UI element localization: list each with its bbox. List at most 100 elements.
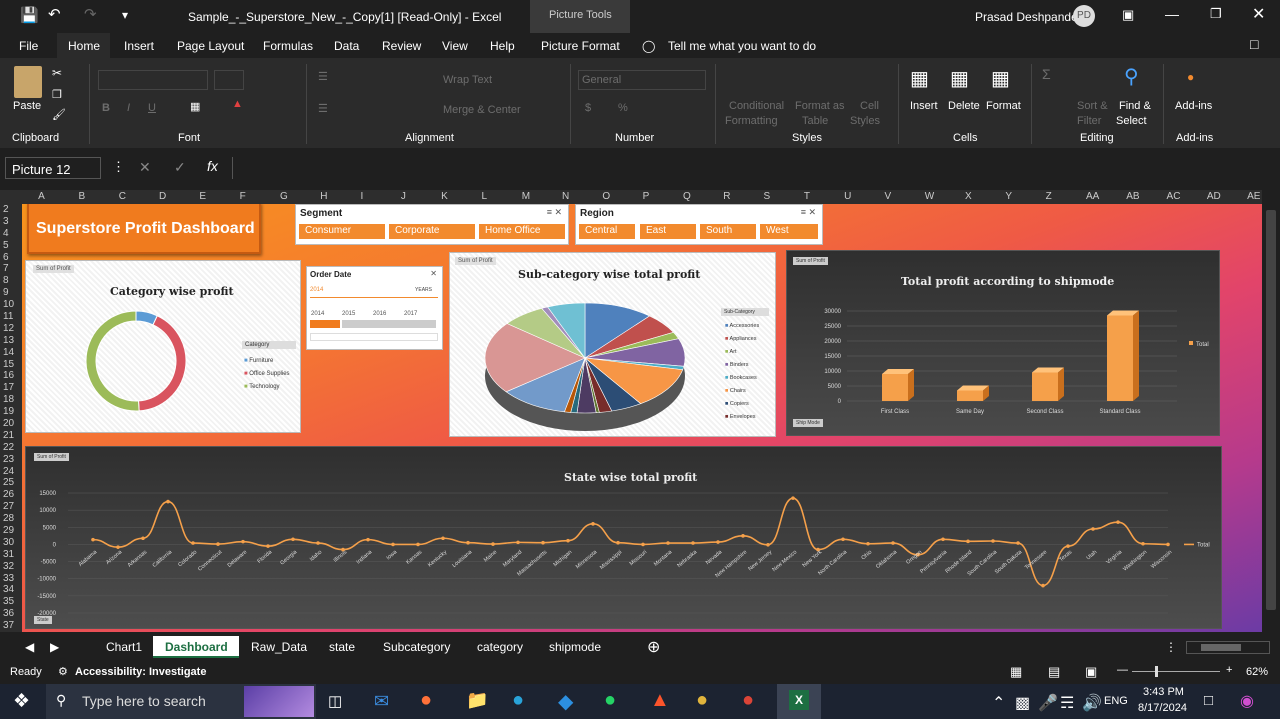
page-layout-icon[interactable]: ▤	[1048, 664, 1060, 680]
column-header[interactable]: C	[119, 191, 126, 202]
row-header[interactable]: 16	[3, 370, 14, 381]
tab-page-layout[interactable]: Page Layout	[177, 39, 244, 53]
segment-consumer-button[interactable]: Consumer	[299, 224, 385, 239]
name-box[interactable]: Picture 12	[5, 157, 101, 179]
delete-cells-button[interactable]: Delete	[948, 100, 980, 112]
wifi-icon[interactable]: ☴	[1060, 693, 1074, 713]
column-header[interactable]: Q	[683, 191, 691, 202]
state-point[interactable]	[316, 541, 320, 545]
tell-me-search[interactable]: Tell me what you want to do	[668, 39, 816, 53]
zoom-slider[interactable]	[1132, 671, 1220, 672]
row-header[interactable]: 6	[3, 252, 9, 263]
state-point[interactable]	[141, 536, 145, 541]
column-header[interactable]: B	[78, 191, 85, 202]
tab-file[interactable]: File	[19, 39, 38, 53]
column-header[interactable]: P	[643, 191, 650, 202]
chrome-profile-icon[interactable]: ●	[742, 689, 754, 712]
sheet-tab-subcategory[interactable]: Subcategory	[383, 640, 450, 654]
category-chart[interactable]: Sum of Profit Category wise profit Categ…	[25, 260, 301, 433]
notifications-icon[interactable]: □	[1204, 692, 1213, 709]
region-central-button[interactable]: Central	[579, 224, 635, 239]
row-header[interactable]: 22	[3, 442, 14, 453]
state-point[interactable]	[941, 537, 945, 542]
state-point[interactable]	[1141, 541, 1145, 546]
task-view-icon[interactable]: ◫	[328, 692, 342, 710]
row-header[interactable]: 14	[3, 347, 14, 358]
state-point[interactable]	[891, 541, 895, 545]
normal-view-icon[interactable]: ▦	[1010, 664, 1022, 680]
microphone-icon[interactable]: 🎤	[1038, 693, 1058, 713]
column-header[interactable]: I	[361, 191, 364, 202]
brave-icon[interactable]: ▲	[650, 689, 670, 712]
row-header[interactable]: 27	[3, 501, 14, 512]
state-point[interactable]	[191, 541, 195, 545]
segment-filter-icon[interactable]: ≡ ✕	[547, 207, 562, 218]
copy-icon[interactable]: ❐	[52, 88, 62, 101]
function-icon[interactable]: fx	[207, 158, 218, 174]
zoom-slider-thumb[interactable]	[1155, 666, 1158, 677]
row-header[interactable]: 20	[3, 418, 14, 429]
redo-icon[interactable]: ↷	[84, 5, 97, 23]
insert-cells-icon[interactable]: ▦	[910, 66, 929, 91]
column-header[interactable]: Z	[1046, 191, 1052, 202]
ribbon-display-icon[interactable]: ▣	[1122, 7, 1134, 23]
row-header[interactable]: 4	[3, 228, 9, 239]
minimize-icon[interactable]: —	[1165, 6, 1179, 22]
addins-icon[interactable]: ●	[1187, 70, 1194, 84]
row-header[interactable]: 15	[3, 359, 14, 370]
tab-scroll-right-icon[interactable]: ▶	[50, 640, 59, 654]
font-name-box[interactable]	[98, 70, 208, 90]
accessibility-status[interactable]: Accessibility: Investigate	[75, 666, 206, 678]
fill-color-icon[interactable]: ▲	[232, 98, 243, 110]
timeline-clear-icon[interactable]: ✕	[430, 269, 437, 278]
row-header[interactable]: 17	[3, 382, 14, 393]
column-header[interactable]: AA	[1086, 191, 1099, 202]
user-avatar[interactable]: PD	[1073, 5, 1095, 27]
vertical-scrollbar[interactable]	[1262, 190, 1280, 636]
column-header[interactable]: N	[562, 191, 569, 202]
row-header[interactable]: 5	[3, 240, 9, 251]
align-left-icon[interactable]: ☰	[318, 102, 328, 115]
conditional-formatting-button[interactable]: Conditional	[729, 100, 784, 112]
vertical-scroll-thumb[interactable]	[1266, 210, 1276, 610]
percent-icon[interactable]: %	[618, 102, 628, 114]
column-header[interactable]: V	[884, 191, 891, 202]
insert-cells-button[interactable]: Insert	[910, 100, 938, 112]
state-point[interactable]	[666, 541, 670, 545]
region-south-button[interactable]: South	[700, 224, 756, 239]
format-cells-icon[interactable]: ▦	[991, 66, 1010, 91]
language-indicator[interactable]: ENG	[1104, 695, 1128, 707]
row-header[interactable]: 19	[3, 406, 14, 417]
column-header[interactable]: O	[602, 191, 610, 202]
column-header[interactable]: U	[844, 191, 851, 202]
mail-icon[interactable]: ✉	[374, 691, 389, 712]
column-header[interactable]: AE	[1247, 191, 1260, 202]
taskbar-search[interactable]: ⚲ Type here to search	[46, 684, 316, 719]
row-header[interactable]: 28	[3, 513, 14, 524]
cell-styles-button[interactable]: Cell	[860, 100, 879, 112]
ship-bar[interactable]	[1032, 372, 1058, 402]
enter-icon[interactable]: ✓	[174, 159, 186, 176]
comments-icon[interactable]: □	[1250, 36, 1258, 52]
paste-button[interactable]: Paste	[13, 100, 41, 112]
state-point[interactable]	[791, 496, 795, 500]
timeline-bar[interactable]	[342, 320, 436, 328]
timeline-scrollbar[interactable]	[310, 333, 438, 341]
state-point[interactable]	[391, 542, 395, 547]
segment-corporate-button[interactable]: Corporate	[389, 224, 475, 239]
state-point[interactable]	[741, 534, 745, 538]
column-header[interactable]: K	[441, 191, 448, 202]
align-top-icon[interactable]: ☰	[318, 70, 328, 83]
paste-icon[interactable]	[14, 66, 42, 98]
addins-button[interactable]: Add-ins	[1175, 100, 1212, 112]
column-header[interactable]: W	[925, 191, 934, 202]
row-header[interactable]: 18	[3, 394, 14, 405]
column-header[interactable]: AB	[1126, 191, 1139, 202]
clock-time[interactable]: 3:43 PM	[1143, 686, 1184, 698]
formula-input[interactable]	[232, 157, 1277, 179]
state-point[interactable]	[766, 542, 770, 547]
search-icon[interactable]: ⚲	[1124, 64, 1139, 89]
state-point[interactable]	[616, 540, 620, 545]
tab-home[interactable]: Home	[68, 39, 100, 53]
column-header[interactable]: T	[804, 191, 810, 202]
